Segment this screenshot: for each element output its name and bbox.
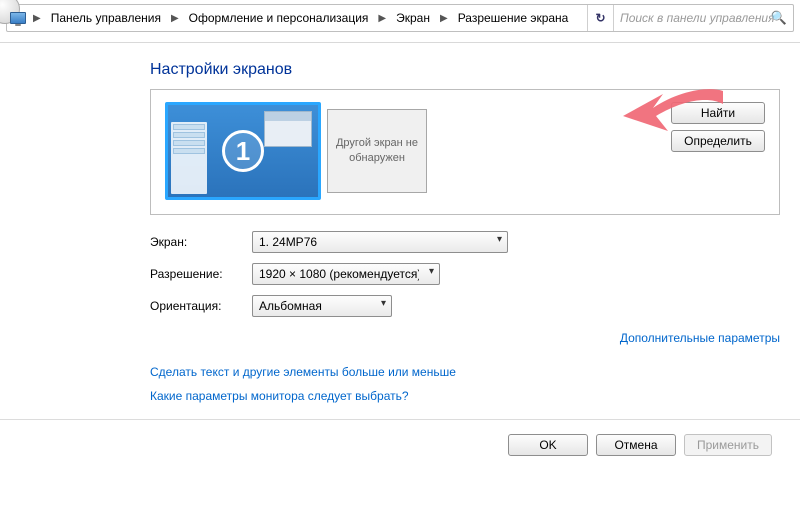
ok-button[interactable]: OK xyxy=(508,434,588,456)
text-size-link[interactable]: Сделать текст и другие элементы больше и… xyxy=(150,365,780,379)
breadcrumb: ▶ Панель управления ▶ Оформление и персо… xyxy=(7,5,587,31)
monitor-not-detected[interactable]: Другой экран не обнаружен xyxy=(327,109,427,193)
identify-button[interactable]: Определить xyxy=(671,130,765,152)
refresh-button[interactable]: ↻ xyxy=(587,5,613,31)
crumb-control-panel[interactable]: Панель управления xyxy=(45,5,167,31)
search-box[interactable]: 🔍 xyxy=(613,5,793,31)
dialog-buttons: OK Отмена Применить xyxy=(0,420,800,456)
search-icon[interactable]: 🔍 xyxy=(771,10,787,26)
resolution-label: Разрешение: xyxy=(150,267,252,281)
search-input[interactable] xyxy=(620,11,787,25)
chevron-right-icon[interactable]: ▶ xyxy=(374,13,390,24)
settings-form: Экран: 1. 24MP76 Разрешение: 1920 × 1080… xyxy=(150,231,780,403)
crumb-display[interactable]: Экран xyxy=(390,5,436,31)
advanced-settings-link[interactable]: Дополнительные параметры xyxy=(620,331,780,345)
monitors-preview[interactable]: 1 Другой экран не обнаружен xyxy=(165,102,427,200)
cancel-button[interactable]: Отмена xyxy=(596,434,676,456)
resolution-select[interactable]: 1920 × 1080 (рекомендуется) xyxy=(252,263,440,285)
chevron-right-icon[interactable]: ▶ xyxy=(29,13,45,24)
orientation-select[interactable]: Альбомная xyxy=(252,295,392,317)
monitor-icon xyxy=(7,12,29,24)
monitor-1[interactable]: 1 xyxy=(165,102,321,200)
crumb-appearance[interactable]: Оформление и персонализация xyxy=(183,5,375,31)
orientation-label: Ориентация: xyxy=(150,299,252,313)
screen-select[interactable]: 1. 24MP76 xyxy=(252,231,508,253)
monitor-help-link[interactable]: Какие параметры монитора следует выбрать… xyxy=(150,389,780,403)
crumb-resolution[interactable]: Разрешение экрана xyxy=(452,5,575,31)
chevron-right-icon[interactable]: ▶ xyxy=(436,13,452,24)
screen-label: Экран: xyxy=(150,235,252,249)
apply-button[interactable]: Применить xyxy=(684,434,772,456)
display-preview-box: 1 Другой экран не обнаружен Найти Опреде… xyxy=(150,89,780,215)
find-button[interactable]: Найти xyxy=(671,102,765,124)
page-title: Настройки экранов xyxy=(150,61,780,79)
monitor-number: 1 xyxy=(222,130,264,172)
chevron-right-icon[interactable]: ▶ xyxy=(167,13,183,24)
address-bar: ▶ Панель управления ▶ Оформление и персо… xyxy=(6,4,794,32)
